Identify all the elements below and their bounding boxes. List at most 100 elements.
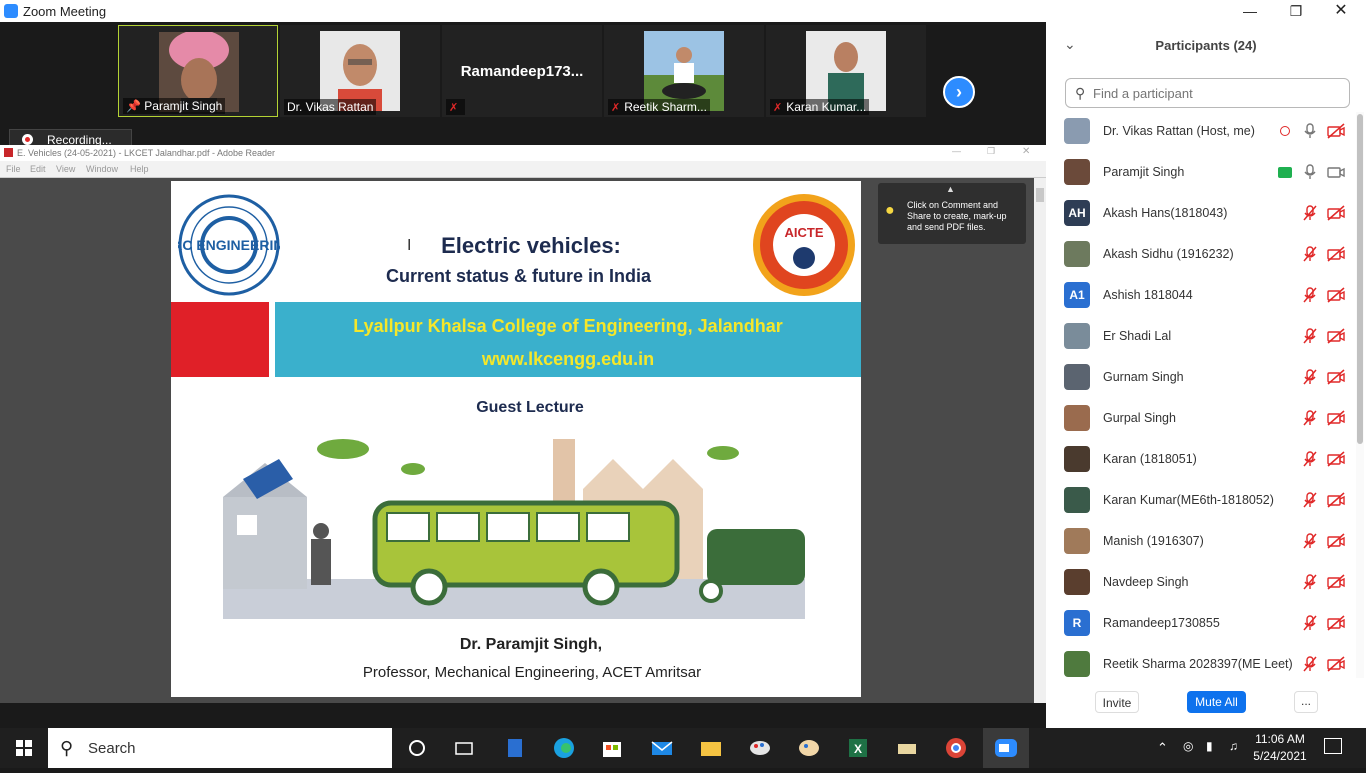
edge-icon[interactable] bbox=[550, 734, 578, 762]
mic-muted-icon[interactable] bbox=[1302, 286, 1318, 304]
reader-minimize-button[interactable]: — bbox=[952, 146, 961, 156]
task-view-icon[interactable] bbox=[450, 734, 478, 762]
participant-row[interactable]: Reetik Sharma 2028397(ME Leet) bbox=[1046, 645, 1356, 678]
video-off-icon[interactable] bbox=[1326, 122, 1346, 140]
video-off-icon[interactable] bbox=[1326, 532, 1346, 550]
participants-title: Participants (24) bbox=[1155, 38, 1257, 53]
mic-muted-icon[interactable] bbox=[1302, 573, 1318, 591]
participant-search[interactable]: ⚲ bbox=[1065, 78, 1350, 108]
notifications-icon[interactable] bbox=[1324, 738, 1342, 754]
chrome-icon[interactable] bbox=[942, 734, 970, 762]
start-button[interactable] bbox=[0, 728, 48, 768]
close-button[interactable]: ✕ bbox=[1318, 0, 1364, 22]
mic-muted-icon[interactable] bbox=[1302, 450, 1318, 468]
mic-muted-icon[interactable] bbox=[1302, 245, 1318, 263]
participant-row[interactable]: Paramjit Singh bbox=[1046, 153, 1356, 194]
video-off-icon[interactable] bbox=[1326, 450, 1346, 468]
maximize-button[interactable]: ❐ bbox=[1273, 0, 1319, 22]
video-tile[interactable]: Dr. Vikas Rattan bbox=[280, 25, 440, 117]
participant-row[interactable]: A1 Ashish 1818044 bbox=[1046, 276, 1356, 317]
scroll-thumb[interactable] bbox=[1036, 188, 1044, 202]
books-icon[interactable] bbox=[893, 734, 921, 762]
participant-row[interactable]: Karan (1818051) bbox=[1046, 440, 1356, 481]
chevron-up-icon[interactable]: ▲ bbox=[946, 184, 955, 195]
zoom-app-icon bbox=[4, 4, 18, 18]
video-tile[interactable]: 📌 Paramjit Singh bbox=[118, 25, 278, 117]
paint-icon[interactable] bbox=[795, 734, 823, 762]
video-off-icon[interactable] bbox=[1326, 245, 1346, 263]
volume-icon[interactable]: ♫ bbox=[1229, 739, 1238, 753]
menu-view[interactable]: View bbox=[56, 164, 75, 174]
taskbar-search[interactable]: ⚲ Search bbox=[48, 728, 392, 768]
mic-icon[interactable] bbox=[1302, 122, 1318, 140]
video-off-icon[interactable] bbox=[1326, 614, 1346, 632]
video-off-icon[interactable] bbox=[1326, 327, 1346, 345]
taskbar-clock[interactable]: 11:06 AM 5/24/2021 bbox=[1248, 731, 1312, 765]
mic-muted-icon[interactable] bbox=[1302, 532, 1318, 550]
cortana-icon[interactable] bbox=[403, 734, 431, 762]
participant-search-input[interactable] bbox=[1093, 84, 1343, 102]
paint-3d-icon[interactable] bbox=[746, 734, 774, 762]
reader-close-button[interactable]: ✕ bbox=[1022, 146, 1030, 157]
participant-row[interactable]: Manish (1916307) bbox=[1046, 522, 1356, 563]
zoom-taskbar-icon[interactable] bbox=[983, 728, 1029, 768]
mic-muted-icon[interactable] bbox=[1302, 327, 1318, 345]
video-off-icon[interactable] bbox=[1326, 286, 1346, 304]
scroll-thumb[interactable] bbox=[1357, 114, 1363, 444]
participant-avatar bbox=[1064, 487, 1090, 513]
participant-scrollbar[interactable] bbox=[1356, 112, 1364, 678]
mic-muted-icon[interactable] bbox=[1302, 655, 1318, 673]
participant-row[interactable]: Karan Kumar(ME6th-1818052) bbox=[1046, 481, 1356, 522]
reader-scrollbar[interactable] bbox=[1034, 178, 1046, 703]
excel-icon[interactable]: X bbox=[844, 734, 872, 762]
mic-muted-icon[interactable] bbox=[1302, 204, 1318, 222]
video-off-icon[interactable] bbox=[1326, 573, 1346, 591]
participant-row[interactable]: Navdeep Singh bbox=[1046, 563, 1356, 604]
chevron-right-icon: › bbox=[956, 82, 962, 102]
more-options-button[interactable]: ... bbox=[1294, 691, 1318, 713]
mic-icon[interactable] bbox=[1302, 163, 1318, 181]
mic-muted-icon[interactable] bbox=[1302, 491, 1318, 509]
tile-name: ✗ Karan Kumar... bbox=[770, 99, 870, 115]
mail-icon[interactable] bbox=[648, 734, 676, 762]
chevron-up-icon[interactable]: ⌃ bbox=[1157, 740, 1168, 756]
mic-muted-icon[interactable] bbox=[1302, 614, 1318, 632]
participant-row[interactable]: Dr. Vikas Rattan (Host, me) bbox=[1046, 112, 1356, 153]
reader-tooltip[interactable]: ▲ ● Click on Comment and Share to create… bbox=[878, 183, 1026, 244]
calculator-icon[interactable] bbox=[501, 734, 529, 762]
next-videos-button[interactable]: › bbox=[943, 76, 975, 108]
video-tile[interactable]: ✗ Karan Kumar... bbox=[766, 25, 926, 117]
participant-row[interactable]: Gurpal Singh bbox=[1046, 399, 1356, 440]
video-off-icon[interactable] bbox=[1326, 491, 1346, 509]
wifi-icon[interactable]: ◎ bbox=[1183, 739, 1193, 753]
video-off-icon[interactable] bbox=[1326, 409, 1346, 427]
battery-icon[interactable]: ▮ bbox=[1206, 739, 1213, 753]
video-tile[interactable]: ✗ Reetik Sharm... bbox=[604, 25, 764, 117]
mic-muted-icon[interactable] bbox=[1302, 368, 1318, 386]
pdf-icon bbox=[4, 148, 13, 157]
participant-row[interactable]: Er Shadi Lal bbox=[1046, 317, 1356, 358]
minimize-button[interactable]: — bbox=[1227, 0, 1273, 22]
invite-button[interactable]: Invite bbox=[1095, 691, 1139, 713]
menu-file[interactable]: File bbox=[6, 164, 21, 174]
aicte-logo: AICTE bbox=[753, 194, 855, 296]
video-off-icon[interactable] bbox=[1326, 655, 1346, 673]
video-tile[interactable]: Ramandeep173... ✗ bbox=[442, 25, 602, 117]
mic-muted-icon[interactable] bbox=[1302, 409, 1318, 427]
video-icon[interactable] bbox=[1326, 163, 1346, 181]
menu-window[interactable]: Window bbox=[86, 164, 118, 174]
video-off-icon[interactable] bbox=[1326, 204, 1346, 222]
author-name: Dr. Paramjit Singh, bbox=[459, 636, 603, 653]
participant-row[interactable]: Gurnam Singh bbox=[1046, 358, 1356, 399]
file-explorer-icon[interactable] bbox=[697, 734, 725, 762]
tooltip-text: Click on Comment and Share to create, ma… bbox=[907, 200, 1007, 232]
reader-maximize-button[interactable]: ❐ bbox=[987, 146, 995, 157]
mute-all-button[interactable]: Mute All bbox=[1187, 691, 1246, 713]
menu-edit[interactable]: Edit bbox=[30, 164, 46, 174]
store-icon[interactable] bbox=[598, 734, 626, 762]
participant-row[interactable]: R Ramandeep1730855 bbox=[1046, 604, 1356, 645]
menu-help[interactable]: Help bbox=[130, 164, 149, 174]
video-off-icon[interactable] bbox=[1326, 368, 1346, 386]
participant-row[interactable]: Akash Sidhu (1916232) bbox=[1046, 235, 1356, 276]
participant-row[interactable]: AH Akash Hans(1818043) bbox=[1046, 194, 1356, 235]
